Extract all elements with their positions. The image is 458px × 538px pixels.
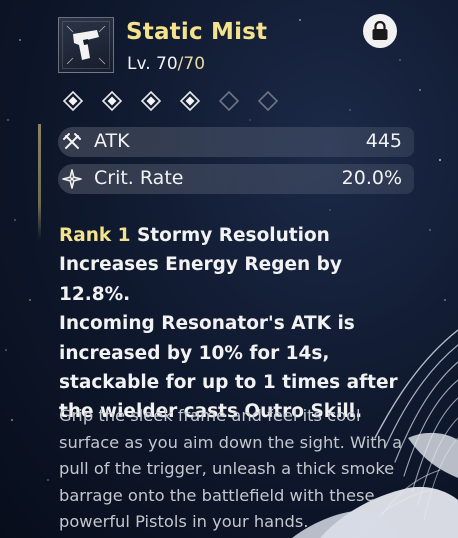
stat-value: 20.0% [341, 167, 402, 189]
stat-value: 445 [365, 130, 402, 152]
passive-description: Rank 1 Stormy Resolution Increases Energ… [59, 221, 419, 427]
rank-label: Rank 1 [59, 225, 131, 246]
sparkle-icon [62, 169, 82, 189]
lock-icon [372, 21, 388, 40]
weapon-thumbnail [58, 17, 114, 73]
stat-row-atk: ATK 445 [58, 127, 414, 157]
stat-label: ATK [94, 130, 130, 152]
stat-row-crit-rate: Crit. Rate 20.0% [58, 164, 414, 194]
pistol-icon [66, 25, 106, 65]
level-current: 70 [156, 54, 178, 74]
rank-diamond-empty [218, 90, 240, 112]
rank-diamond-filled [101, 90, 123, 112]
weapon-name: Static Mist [126, 19, 268, 45]
lore-text: Grip the sleek frame and feel its cool s… [59, 406, 403, 531]
rank-diamonds [62, 90, 302, 112]
passive-title: Rank 1 Stormy Resolution [59, 221, 419, 250]
rank-diamond-filled [62, 90, 84, 112]
rank-diamond-filled [140, 90, 162, 112]
stat-label: Crit. Rate [94, 167, 184, 189]
weapon-level: Lv. 70/70 [127, 54, 205, 74]
level-max: /70 [177, 54, 206, 74]
stats-accent-bar [38, 124, 41, 240]
level-prefix: Lv. [127, 54, 157, 74]
passive-line-1: Increases Energy Regen by 12.8%. [59, 254, 342, 305]
lock-button[interactable] [363, 14, 397, 48]
rank-diamond-empty [257, 90, 279, 112]
passive-name: Stormy Resolution [136, 225, 330, 246]
rank-diamond-filled [179, 90, 201, 112]
crossed-swords-icon [63, 133, 81, 149]
weapon-header: Static Mist Lv. 70/70 [58, 14, 438, 79]
